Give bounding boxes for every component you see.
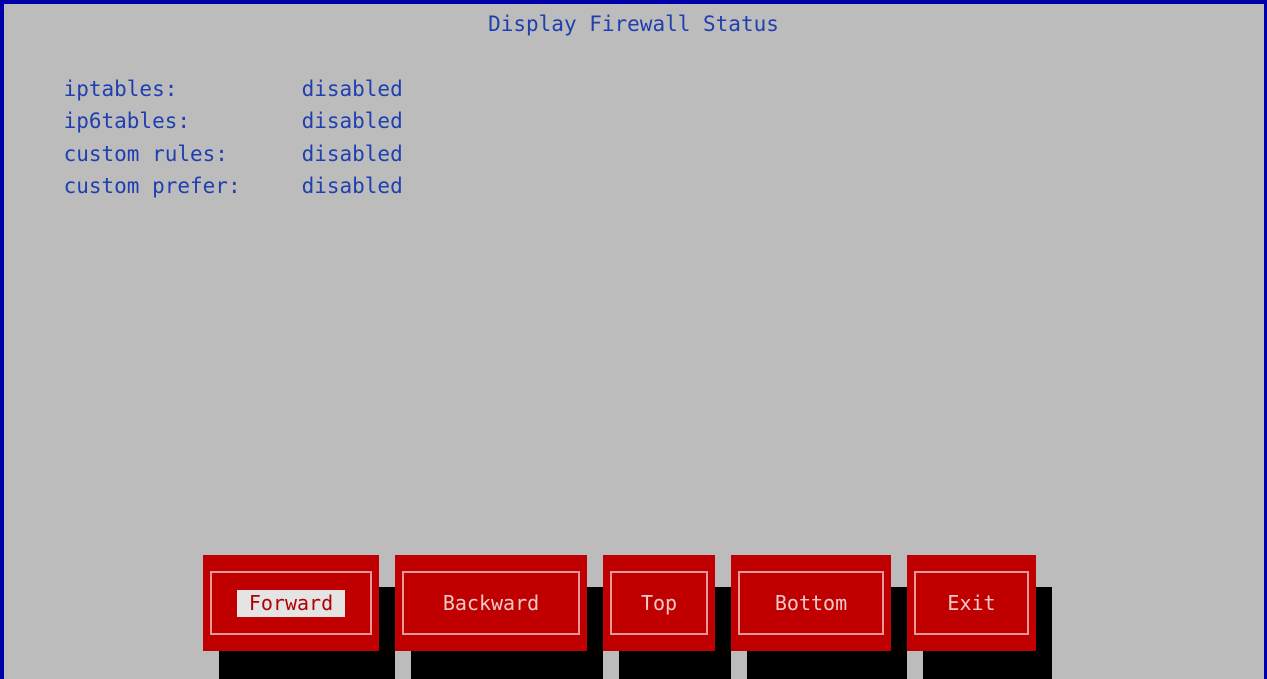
forward-button[interactable]: Forward bbox=[203, 555, 379, 651]
top-button[interactable]: Top bbox=[603, 555, 715, 651]
dialog-title: Display Firewall Status bbox=[488, 12, 779, 36]
bottom-button-label: Bottom bbox=[774, 591, 848, 615]
backward-button-label: Backward bbox=[442, 591, 540, 615]
firewall-status-screen: Display Firewall Status iptables: disable… bbox=[0, 0, 1267, 679]
exit-button-label: Exit bbox=[947, 591, 996, 615]
status-value: disabled bbox=[301, 174, 403, 198]
status-row-custom-prefer: custom prefer: disabled bbox=[13, 138, 403, 234]
status-key: custom prefer: bbox=[63, 174, 241, 198]
exit-button[interactable]: Exit bbox=[907, 555, 1036, 651]
bottom-button[interactable]: Bottom bbox=[731, 555, 891, 651]
backward-button[interactable]: Backward bbox=[395, 555, 587, 651]
top-button-label: Top bbox=[640, 591, 678, 615]
forward-button-label: Forward bbox=[236, 589, 346, 617]
